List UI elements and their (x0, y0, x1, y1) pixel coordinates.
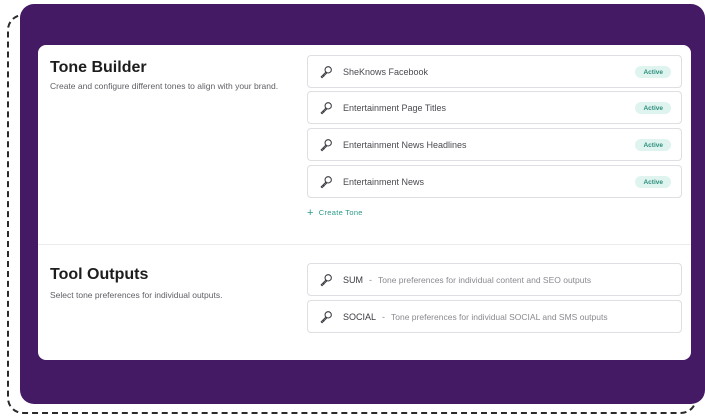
output-name: SUM (343, 274, 363, 285)
status-badge: Active (635, 66, 671, 78)
output-description: Tone preferences for individual content … (378, 274, 592, 285)
settings-card: Tone Builder Create and configure differ… (38, 45, 691, 360)
tone-item-sheknows-facebook[interactable]: SheKnows Facebook Active (307, 55, 682, 88)
status-badge: Active (635, 102, 671, 114)
tone-name: Entertainment Page Titles (343, 102, 447, 113)
output-item-social[interactable]: SOCIAL - Tone preferences for individual… (307, 300, 682, 333)
output-separator: - (369, 274, 372, 285)
microphone-icon (318, 64, 334, 80)
microphone-icon (318, 100, 334, 116)
output-name: SOCIAL (343, 311, 377, 322)
status-badge: Active (635, 139, 671, 151)
tone-item-entertainment-news[interactable]: Entertainment News Active (307, 165, 682, 198)
output-description: Tone preferences for individual SOCIAL a… (391, 311, 608, 322)
microphone-icon (318, 174, 334, 190)
microphone-icon (318, 309, 334, 325)
section-divider (38, 244, 691, 245)
tone-name: SheKnows Facebook (343, 66, 429, 77)
tone-item-entertainment-news-headlines[interactable]: Entertainment News Headlines Active (307, 128, 682, 161)
tone-builder-title: Tone Builder (50, 59, 147, 76)
create-tone-button[interactable]: + Create Tone (307, 206, 363, 219)
microphone-icon (318, 272, 334, 288)
tone-builder-description: Create and configure different tones to … (50, 81, 279, 91)
create-tone-label: Create Tone (318, 208, 363, 217)
output-separator: - (382, 311, 386, 322)
status-badge: Active (635, 176, 671, 188)
tone-name: Entertainment News (343, 176, 425, 187)
plus-icon: + (307, 206, 314, 219)
microphone-icon (318, 137, 334, 153)
tone-name: Entertainment News Headlines (343, 139, 467, 150)
tone-item-entertainment-page-titles[interactable]: Entertainment Page Titles Active (307, 91, 682, 124)
tool-outputs-description: Select tone preferences for individual o… (50, 290, 223, 300)
tool-outputs-title: Tool Outputs (50, 266, 149, 283)
output-item-sum[interactable]: SUM - Tone preferences for individual co… (307, 263, 682, 296)
